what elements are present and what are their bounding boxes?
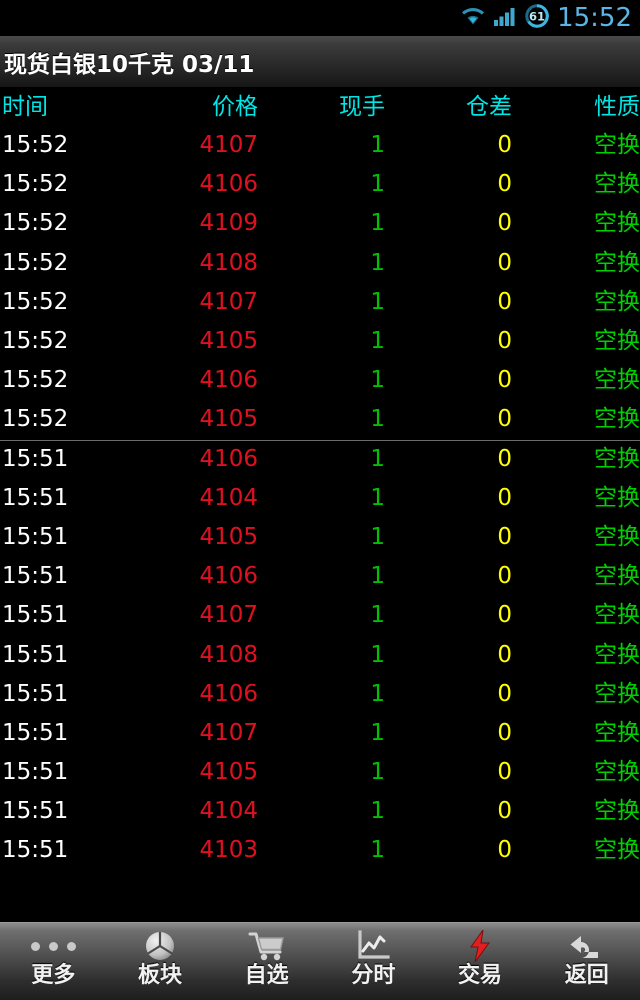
cell-nature: 空换 [594,367,640,394]
table-row[interactable]: 15:51 4106 1 0 空换 [0,440,640,479]
table-row[interactable]: 15:51 4107 1 0 空换 [0,714,640,753]
nav-item-more[interactable]: 更多 [0,923,107,1000]
cell-nature: 空换 [594,523,640,550]
app-root: 61 15:52 现货白银10千克 03/11 时间 价格 现手 仓差 性质 1… [0,0,640,1000]
table-row[interactable]: 15:51 4104 1 0 空换 [0,792,640,831]
cell-nature: 空换 [594,641,640,668]
cell-open: 0 [497,367,512,394]
ticks-table[interactable]: 时间 价格 现手 仓差 性质 15:52 4107 1 0 空换 15:52 4106 1 0 空… [0,88,640,922]
table-row[interactable]: 15:52 4108 1 0 空换 [0,244,640,283]
cell-open: 0 [497,641,512,668]
table-row[interactable]: 15:51 4108 1 0 空换 [0,635,640,674]
cell-open: 0 [497,445,512,472]
back-arrow-icon [568,929,606,963]
more-dots-icon [30,929,76,963]
wifi-icon [460,5,486,31]
sectors-pie-sphere-icon [143,929,177,963]
nav-label-more: 更多 [31,963,76,988]
nav-label-watchlist: 自选 [244,963,289,988]
cell-nature: 空换 [594,288,640,315]
table-row[interactable]: 15:52 4106 1 0 空换 [0,165,640,204]
table-row[interactable]: 15:51 4106 1 0 空换 [0,675,640,714]
cell-open: 0 [497,798,512,825]
trade-lightning-icon [467,929,493,963]
cell-nature: 空换 [594,759,640,786]
nav-item-trade[interactable]: 交易 [427,923,534,1000]
cell-open: 0 [497,837,512,864]
time-chart-icon [356,929,390,963]
nav-item-back[interactable]: 返回 [533,923,640,1000]
cell-open: 0 [497,210,512,237]
cell-nature: 空换 [594,484,640,511]
page-title: 现货白银10千克 03/11 [4,51,255,78]
cell-open: 0 [497,719,512,746]
nav-item-watchlist[interactable]: 自选 [213,923,320,1000]
nav-label-back: 返回 [564,963,609,988]
nav-item-time-chart[interactable]: 分时 [320,923,427,1000]
cell-nature: 空换 [594,406,640,433]
title-bar: 现货白银10千克 03/11 [0,36,640,88]
table-row[interactable]: 15:52 4109 1 0 空换 [0,204,640,243]
cell-nature: 空换 [594,798,640,825]
cell-open: 0 [497,523,512,550]
table-header-row: 时间 价格 现手 仓差 性质 [0,88,640,126]
cell-nature: 空换 [594,328,640,355]
cell-nature: 空换 [594,719,640,746]
table-row[interactable]: 15:51 4107 1 0 空换 [0,596,640,635]
table-row[interactable]: 15:52 4107 1 0 空换 [0,126,640,165]
watchlist-cart-icon [248,929,286,963]
cell-nature: 空换 [594,171,640,198]
nav-item-sectors[interactable]: 板块 [107,923,214,1000]
cell-open: 0 [497,484,512,511]
status-bar: 61 15:52 [0,0,640,36]
table-row[interactable]: 15:52 4105 1 0 空换 [0,400,640,439]
cell-nature: 空换 [594,680,640,707]
cell-open: 0 [497,328,512,355]
bottom-navigation-bar: 更多 板块 自选 分时 交易 返回 [0,922,640,1000]
cell-open: 0 [497,406,512,433]
status-clock: 15:52 [557,3,632,33]
battery-level-text: 61 [529,10,545,24]
cell-open: 0 [497,563,512,590]
cell-open: 0 [497,680,512,707]
nav-label-sectors: 板块 [138,963,183,988]
cell-nature: 空换 [594,602,640,629]
cell-nature: 空换 [594,837,640,864]
cell-open: 0 [497,759,512,786]
cell-open: 0 [497,132,512,159]
cell-open: 0 [497,171,512,198]
cell-nature: 空换 [594,210,640,237]
battery-circle-icon: 61 [524,3,550,33]
cell-nature: 空换 [594,445,640,472]
cellular-signal-icon [493,5,517,31]
table-row[interactable]: 15:51 4104 1 0 空换 [0,479,640,518]
nav-label-time-chart: 分时 [351,963,396,988]
cell-nature: 空换 [594,132,640,159]
column-header-open-interest: 仓差 [466,93,512,120]
table-row[interactable]: 15:51 4106 1 0 空换 [0,557,640,596]
table-row[interactable]: 15:52 4105 1 0 空换 [0,322,640,361]
cell-open: 0 [497,288,512,315]
cell-nature: 空换 [594,249,640,276]
cell-nature: 空换 [594,563,640,590]
column-header-nature: 性质 [594,93,640,120]
table-body: 15:52 4107 1 0 空换 15:52 4106 1 0 空换 15:52 4109 1 0 空换 1… [0,126,640,871]
cell-open: 0 [497,249,512,276]
table-row[interactable]: 15:51 4105 1 0 空换 [0,753,640,792]
table-row[interactable]: 15:51 4105 1 0 空换 [0,518,640,557]
nav-label-trade: 交易 [458,963,503,988]
table-row[interactable]: 15:52 4106 1 0 空换 [0,361,640,400]
table-row[interactable]: 15:51 4103 1 0 空换 [0,831,640,870]
table-row[interactable]: 15:52 4107 1 0 空换 [0,283,640,322]
cell-open: 0 [497,602,512,629]
